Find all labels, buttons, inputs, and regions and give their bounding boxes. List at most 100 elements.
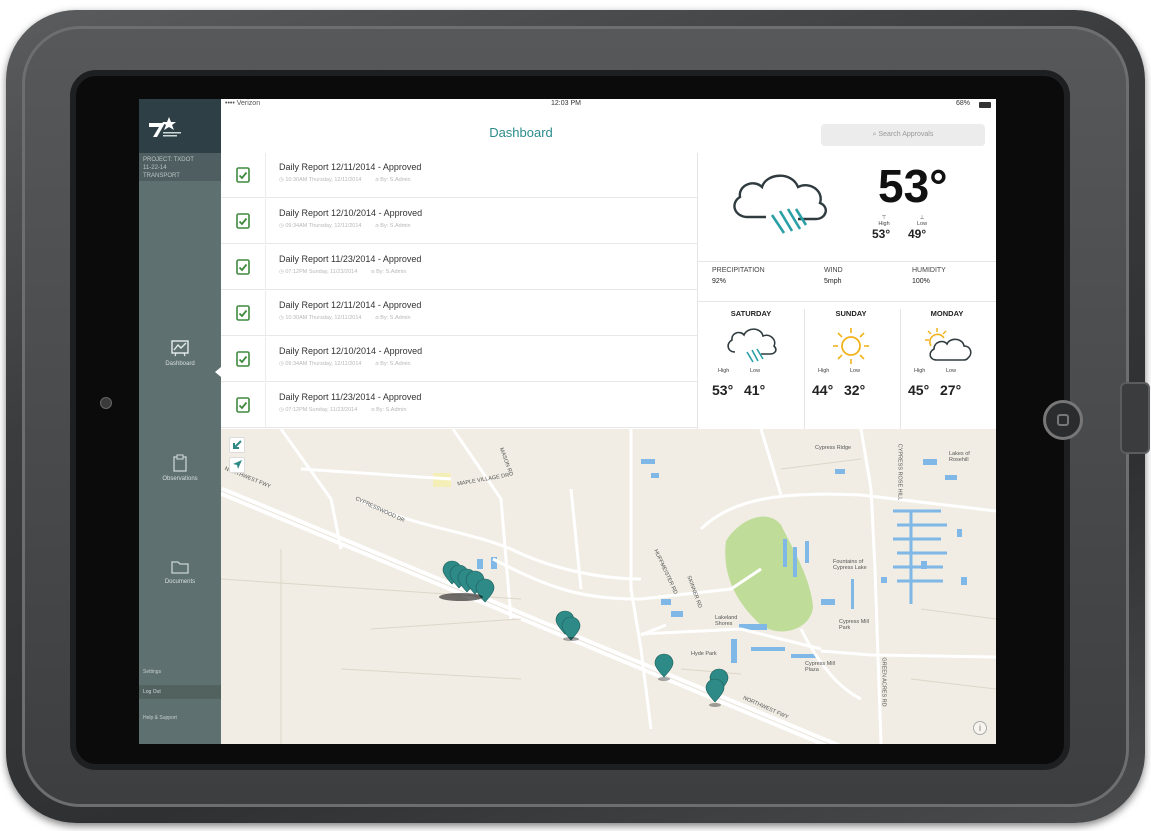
status-bar: •••• Verizon 12:03 PM 68% xyxy=(221,99,996,111)
report-row[interactable]: Daily Report 11/23/2014 - Approved ◷ 07:1… xyxy=(221,383,697,428)
battery-percent: 68% xyxy=(956,100,971,107)
report-row[interactable]: Daily Report 12/10/2014 - Approved ◷ 09:3… xyxy=(221,337,697,382)
high-low-values: 53° 41° xyxy=(702,382,800,400)
forecast-saturday: SATURDAY High Low 53° 41° xyxy=(702,309,800,400)
low-label: Low xyxy=(850,368,861,374)
approved-document-icon xyxy=(236,351,250,367)
forecast-high: 53° xyxy=(712,382,734,398)
clipboard-icon xyxy=(173,454,187,472)
divider xyxy=(698,301,996,302)
report-timestamp: 07:12PM Sunday, 11/23/2014 xyxy=(285,269,358,275)
battery-icon xyxy=(979,102,991,108)
report-row[interactable]: Daily Report 11/23/2014 - Approved ◷ 07:1… xyxy=(221,245,697,290)
sidebar: PROJECT: TXDOT 11-22-14 TRANSPORT Dashbo… xyxy=(139,99,221,744)
search-placeholder: Search Approvals xyxy=(878,131,934,138)
sidebar-footer-logout[interactable]: Log Out xyxy=(143,689,161,695)
partly-cloudy-icon xyxy=(925,328,972,361)
high-label: High xyxy=(718,368,730,374)
forecast-high: 45° xyxy=(908,382,930,398)
map-label: Lakeland Shores xyxy=(715,615,738,627)
forecast-monday: MONDAY High Low 45° 27° xyxy=(898,309,996,400)
high-value: 53° xyxy=(872,227,891,241)
stat-label: PRECIPITATION xyxy=(712,267,765,274)
weather-panel: 53° ⊤ High 53° ⊥ Low 49° PRECIPITATION 9… xyxy=(697,153,996,429)
report-meta: ◷ 09:34AM Thursday, 12/11/2014 ⍝ By: S.Ad… xyxy=(279,361,411,368)
report-row[interactable]: Daily Report 12/11/2014 - Approved ◷ 10:3… xyxy=(221,291,697,336)
row-separator xyxy=(265,245,266,290)
forecast-low: 41° xyxy=(744,382,766,398)
sidebar-item-label: Dashboard xyxy=(165,361,195,367)
report-meta: ◷ 09:34AM Thursday, 12/11/2014 ⍝ By: S.Ad… xyxy=(279,223,411,230)
approved-document-icon xyxy=(236,259,250,275)
report-title: Daily Report 12/11/2014 - Approved xyxy=(279,162,422,172)
report-author: By: S.Admin xyxy=(380,223,411,229)
stat-label: HUMIDITY xyxy=(912,267,946,274)
report-author: By: S.Admin xyxy=(380,315,411,321)
map-label: Cypress Ridge xyxy=(815,445,852,451)
forecast-day: MONDAY xyxy=(930,309,964,318)
forecast-sunday: SUNDAY High Low 44° 32° xyxy=(802,309,900,400)
report-title: Daily Report 11/23/2014 - Approved xyxy=(279,392,422,402)
high-label: High xyxy=(914,368,926,374)
map-label: GREEN ACRES RD xyxy=(880,657,887,707)
current-temperature: 53° xyxy=(878,160,948,212)
row-separator xyxy=(265,291,266,336)
report-author: By: S.Admin xyxy=(380,361,411,367)
sun-icon xyxy=(833,328,869,364)
wind-stat: WIND 5mph xyxy=(824,267,843,285)
approved-document-icon xyxy=(236,305,250,321)
map-zoom-out-button[interactable] xyxy=(229,437,245,453)
report-author: By: S.Admin xyxy=(376,269,407,275)
txdot-logo xyxy=(149,117,181,137)
report-timestamp: 09:34AM Thursday, 12/11/2014 xyxy=(285,223,362,229)
search-input[interactable]: ⌕ Search Approvals xyxy=(821,124,985,146)
sidebar-item-label: Observations xyxy=(162,476,198,482)
stat-value: 100% xyxy=(912,278,930,285)
report-meta: ◷ 07:12PM Sunday, 11/23/2014 ⍝ By: S.Admi… xyxy=(279,407,406,414)
status-time: 12:03 PM xyxy=(551,100,581,107)
sidebar-item-documents[interactable]: Documents xyxy=(139,559,221,585)
map-view[interactable]: NORTHWEST FWY CYPRESSWOOD DR MAPLE VILLA… xyxy=(221,429,996,744)
approved-document-icon xyxy=(236,167,250,183)
approved-document-icon xyxy=(236,397,250,413)
sidebar-item-dashboard[interactable]: Dashboard xyxy=(139,339,221,367)
sidebar-item-label: Documents xyxy=(164,579,196,585)
report-meta: ◷ 10:30AM Thursday, 12/11/2014 ⍝ By: S.Ad… xyxy=(279,315,411,322)
high-low-values: 44° 32° xyxy=(802,382,900,400)
stat-label: WIND xyxy=(824,267,843,274)
screen: PROJECT: TXDOT 11-22-14 TRANSPORT Dashbo… xyxy=(139,99,996,744)
sidebar-project-info: PROJECT: TXDOT 11-22-14 TRANSPORT xyxy=(139,153,221,181)
low-label: Low xyxy=(750,368,761,374)
stat-value: 5mph xyxy=(824,278,842,285)
high-low-labels: High Low xyxy=(898,368,996,382)
approved-document-icon xyxy=(236,213,250,229)
forecast-low: 32° xyxy=(844,382,866,398)
precipitation-stat: PRECIPITATION 92% xyxy=(712,267,765,285)
camera xyxy=(100,397,112,409)
report-title: Daily Report 12/10/2014 - Approved xyxy=(279,208,423,218)
map-label: Cypress Mill Park xyxy=(839,619,869,631)
low-value: 49° xyxy=(908,227,927,241)
report-row[interactable]: Daily Report 12/10/2014 - Approved ◷ 09:3… xyxy=(221,199,697,244)
map-info-button[interactable]: i xyxy=(973,721,987,735)
map-label: Hyde Park xyxy=(691,651,717,657)
high-label: High xyxy=(818,368,830,374)
project-line: TRANSPORT xyxy=(143,173,180,179)
sidebar-item-observations[interactable]: Observations xyxy=(139,454,221,482)
folder-icon xyxy=(171,561,189,574)
sidebar-footer-help[interactable]: Help & Support xyxy=(143,715,177,721)
sidebar-footer-settings[interactable]: Settings xyxy=(143,669,161,675)
report-title: Daily Report 11/23/2014 - Approved xyxy=(279,254,422,264)
report-row[interactable]: Daily Report 12/11/2014 - Approved ◷ 10:3… xyxy=(221,153,697,198)
sidebar-footer-bar: Log Out xyxy=(139,685,221,699)
report-timestamp: 07:12PM Sunday, 11/23/2014 xyxy=(285,407,358,413)
report-timestamp: 10:30AM Thursday, 12/11/2014 xyxy=(285,177,362,183)
map-locate-button[interactable] xyxy=(229,457,245,473)
map-label: Lakes of Rosehill xyxy=(949,451,970,463)
report-timestamp: 09:34AM Thursday, 12/11/2014 xyxy=(285,361,362,367)
row-separator xyxy=(265,337,266,382)
location-arrow-icon xyxy=(233,460,242,469)
high-low-labels: High Low xyxy=(702,368,800,382)
map-label: Cypress Mill Plaza xyxy=(805,661,835,673)
map-label: CYPRESS ROSE HILL xyxy=(896,443,903,501)
